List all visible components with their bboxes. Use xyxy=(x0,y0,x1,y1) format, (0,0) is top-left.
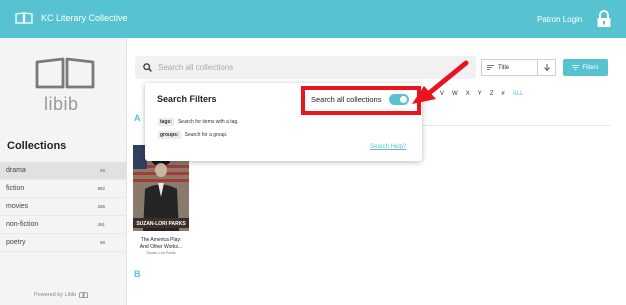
section-heading-a: A xyxy=(134,113,141,123)
powered-by-text: Powered by Libib xyxy=(34,292,77,298)
book-logo-icon xyxy=(15,12,33,24)
collection-count: 451 xyxy=(97,222,105,227)
collection-item-poetry[interactable]: poetry 68 xyxy=(0,234,127,252)
popup-title: Search Filters xyxy=(157,94,217,104)
arrow-down-icon xyxy=(543,64,550,71)
patron-login-link[interactable]: Patron Login xyxy=(537,15,582,24)
sort-value[interactable]: Title xyxy=(482,60,537,75)
letter-link[interactable]: # xyxy=(501,91,504,97)
book-title-line: And Other Works... xyxy=(139,244,183,250)
book-title[interactable]: The America Play: And Other Works... xyxy=(133,237,189,251)
filters-label: Filters xyxy=(582,64,599,71)
hint-tag: tags: xyxy=(158,118,174,126)
hint-text: Search for a group. xyxy=(184,132,228,138)
annotation-arrow-icon xyxy=(412,60,469,104)
sort-direction-button[interactable] xyxy=(537,60,555,75)
top-bar: KC Literary Collective Patron Login xyxy=(0,0,626,38)
powered-by[interactable]: Powered by Libib xyxy=(34,292,89,298)
search-icon xyxy=(143,63,152,72)
collection-count: 26 xyxy=(99,168,105,173)
section-heading-b: B xyxy=(134,269,141,279)
filter-icon xyxy=(572,65,580,70)
libib-book-logo-icon xyxy=(35,57,95,89)
collection-item-fiction[interactable]: fiction 982 xyxy=(0,180,127,198)
collection-item-movies[interactable]: movies 256 xyxy=(0,198,127,216)
collection-item-non-fiction[interactable]: non-fiction 451 xyxy=(0,216,127,234)
sort-select[interactable]: Title xyxy=(481,59,556,76)
collection-name: poetry xyxy=(6,239,26,246)
filters-button[interactable]: Filters xyxy=(563,59,608,76)
collection-item-drama[interactable]: drama 26 xyxy=(0,162,127,180)
search-placeholder: Search all collections xyxy=(158,63,234,72)
collection-name: non-fiction xyxy=(6,221,39,228)
hint-tag: groups: xyxy=(158,131,181,139)
libib-logo-text: libib xyxy=(44,94,79,114)
annotation-highlight-box xyxy=(301,86,421,115)
collection-name: fiction xyxy=(6,185,25,192)
small-book-icon xyxy=(79,292,89,298)
collection-count: 68 xyxy=(99,240,105,245)
all-letters-link[interactable]: ALL xyxy=(513,91,524,97)
sidebar: libib Collections drama 26 fiction 982 m… xyxy=(0,38,127,305)
collections-list: drama 26 fiction 982 movies 256 non-fict… xyxy=(0,162,127,252)
app-title: KC Literary Collective xyxy=(41,13,128,23)
letter-link[interactable]: Z xyxy=(490,91,494,97)
filter-hint-tags: tags: Search for items with a tag. xyxy=(158,118,239,126)
collection-count: 256 xyxy=(97,204,105,209)
sort-label: Title xyxy=(498,64,510,71)
filter-hint-groups: groups: Search for a group. xyxy=(158,131,227,139)
collection-count: 982 xyxy=(97,186,105,191)
cover-banner-text: SUZAN-LORI PARKS xyxy=(136,221,186,227)
collections-heading: Collections xyxy=(7,140,67,152)
search-help-link[interactable]: Search Help? xyxy=(370,144,406,150)
collection-name: drama xyxy=(6,167,26,174)
brand[interactable]: KC Literary Collective xyxy=(15,12,128,24)
collection-name: movies xyxy=(6,203,29,210)
lock-icon[interactable] xyxy=(596,10,612,28)
letter-link[interactable]: Y xyxy=(478,91,482,97)
book-author: Suzan-Lori Parks xyxy=(146,251,176,255)
hint-text: Search for items with a tag. xyxy=(177,119,239,125)
book-title-line: The America Play: xyxy=(140,237,182,243)
sort-lines-icon xyxy=(487,65,494,70)
